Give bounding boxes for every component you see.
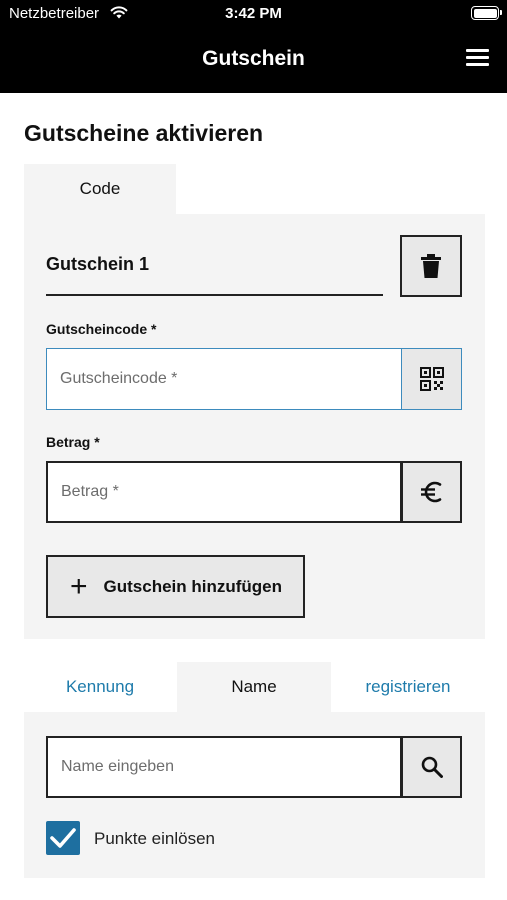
voucher-code-label: Gutscheincode *: [46, 321, 157, 337]
tab-kennung[interactable]: Kennung: [24, 662, 176, 712]
tab-code[interactable]: Code: [24, 164, 176, 214]
app-header: Netzbetreiber 3:42 PM Gutschein: [0, 0, 507, 93]
add-voucher-button[interactable]: + Gutschein hinzufügen: [46, 555, 305, 618]
voucher-code-input[interactable]: [46, 348, 402, 410]
add-voucher-label: Gutschein hinzufügen: [103, 576, 283, 596]
checkmark-icon: [50, 828, 76, 848]
page-title: Gutschein: [202, 47, 305, 70]
scan-qr-button[interactable]: [401, 348, 462, 410]
voucher-name: Gutschein 1: [46, 254, 150, 274]
battery-icon: [471, 6, 502, 20]
tab-registrieren[interactable]: registrieren: [331, 662, 485, 712]
status-bar: Netzbetreiber 3:42 PM: [0, 0, 507, 28]
qr-code-icon: [419, 367, 444, 391]
amount-group: [46, 461, 462, 523]
amount-input[interactable]: [46, 461, 402, 523]
trash-icon: [421, 254, 441, 278]
name-search-input[interactable]: [46, 736, 402, 798]
status-time: 3:42 PM: [225, 5, 282, 22]
section-heading: Gutscheine aktivieren: [24, 120, 264, 146]
currency-addon: [401, 461, 462, 523]
name-search-group: [46, 736, 462, 798]
amount-label: Betrag *: [46, 434, 100, 450]
voucher-code-group: [46, 348, 462, 410]
tab-name[interactable]: Name: [177, 662, 331, 712]
search-button[interactable]: [401, 736, 462, 798]
redeem-points-label: Punkte einlösen: [94, 829, 215, 848]
plus-icon: +: [70, 569, 88, 603]
delete-voucher-button[interactable]: [400, 235, 462, 297]
search-icon: [421, 756, 443, 778]
voucher-name-underline: [46, 294, 383, 296]
redeem-points-checkbox[interactable]: [46, 821, 80, 855]
hamburger-menu-icon[interactable]: [466, 49, 489, 69]
euro-icon: [420, 481, 441, 503]
